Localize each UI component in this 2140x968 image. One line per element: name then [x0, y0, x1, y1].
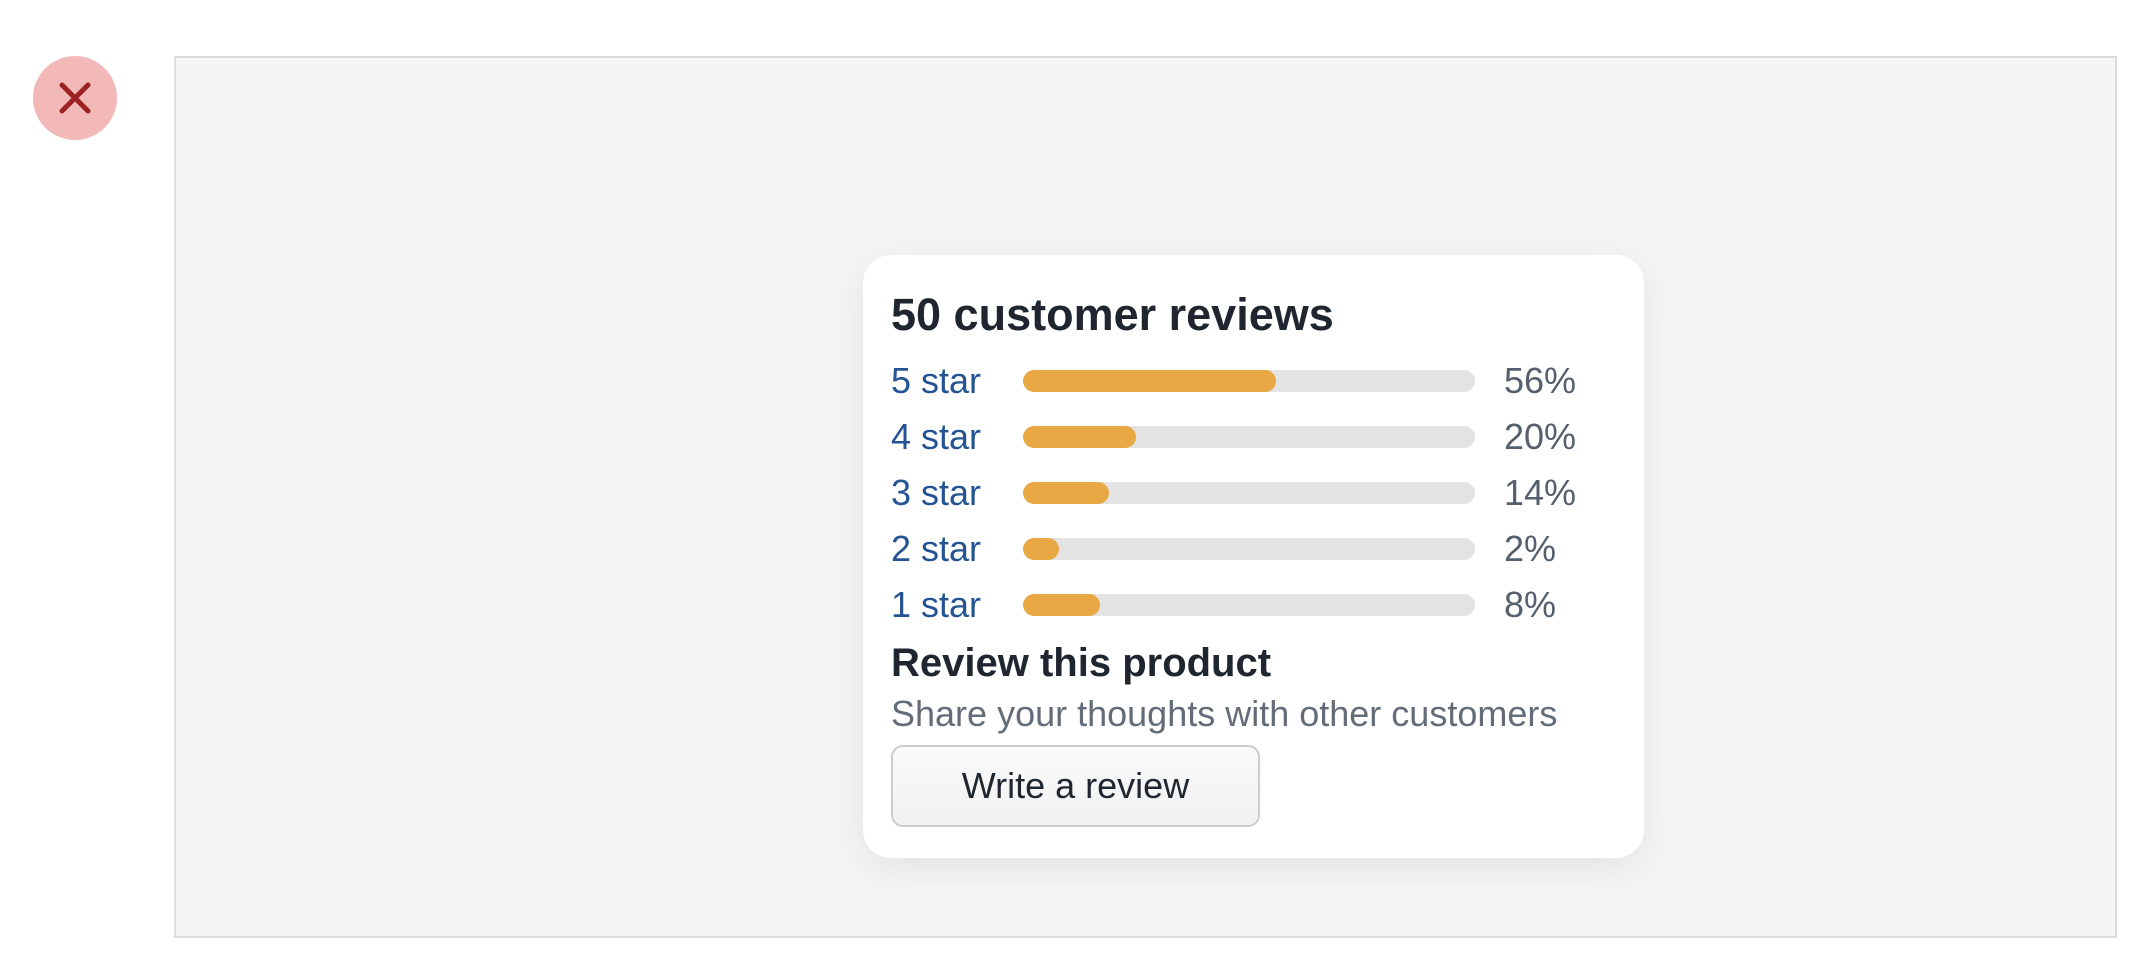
- write-review-button[interactable]: Write a review: [891, 745, 1260, 827]
- close-button[interactable]: [33, 56, 117, 140]
- star-filter-link-5[interactable]: 5 star: [891, 360, 1023, 402]
- review-product-heading: Review this product: [891, 641, 1272, 685]
- rating-bar-1: [1023, 594, 1475, 616]
- rating-percent-5: 56%: [1504, 360, 1577, 401]
- preview-frame: 50 customer reviews 5 star 56% 4 star 20…: [174, 56, 2117, 938]
- review-product-description: Share your thoughts with other customers: [891, 693, 1558, 734]
- close-icon: [59, 82, 91, 114]
- star-filter-link-2[interactable]: 2 star: [891, 528, 1023, 570]
- rating-bar-fill-3: [1023, 482, 1109, 504]
- rating-row-1: 1 star 8%: [891, 577, 1616, 633]
- rating-row-2: 2 star 2%: [891, 521, 1616, 577]
- reviews-card: 50 customer reviews 5 star 56% 4 star 20…: [863, 255, 1644, 858]
- rating-bar-5: [1023, 370, 1475, 392]
- rating-bar-3: [1023, 482, 1475, 504]
- rating-percent-1: 8%: [1504, 584, 1557, 625]
- rating-row-4: 4 star 20%: [891, 409, 1616, 465]
- rating-bar-fill-2: [1023, 538, 1060, 560]
- rating-bar-2: [1023, 538, 1475, 560]
- rating-bar-fill-1: [1023, 594, 1100, 616]
- rating-breakdown: 5 star 56% 4 star 20% 3 star 14% 2 star …: [891, 353, 1616, 633]
- rating-bar-fill-4: [1023, 426, 1136, 448]
- star-filter-link-4[interactable]: 4 star: [891, 416, 1023, 458]
- star-filter-link-1[interactable]: 1 star: [891, 584, 1023, 626]
- rating-bar-fill-5: [1023, 370, 1277, 392]
- rating-row-5: 5 star 56%: [891, 353, 1616, 409]
- reviews-title: 50 customer reviews: [891, 289, 1334, 340]
- rating-percent-2: 2%: [1504, 528, 1557, 569]
- star-filter-link-3[interactable]: 3 star: [891, 472, 1023, 514]
- rating-bar-4: [1023, 426, 1475, 448]
- rating-row-3: 3 star 14%: [891, 465, 1616, 521]
- rating-percent-3: 14%: [1504, 472, 1577, 513]
- rating-percent-4: 20%: [1504, 416, 1577, 457]
